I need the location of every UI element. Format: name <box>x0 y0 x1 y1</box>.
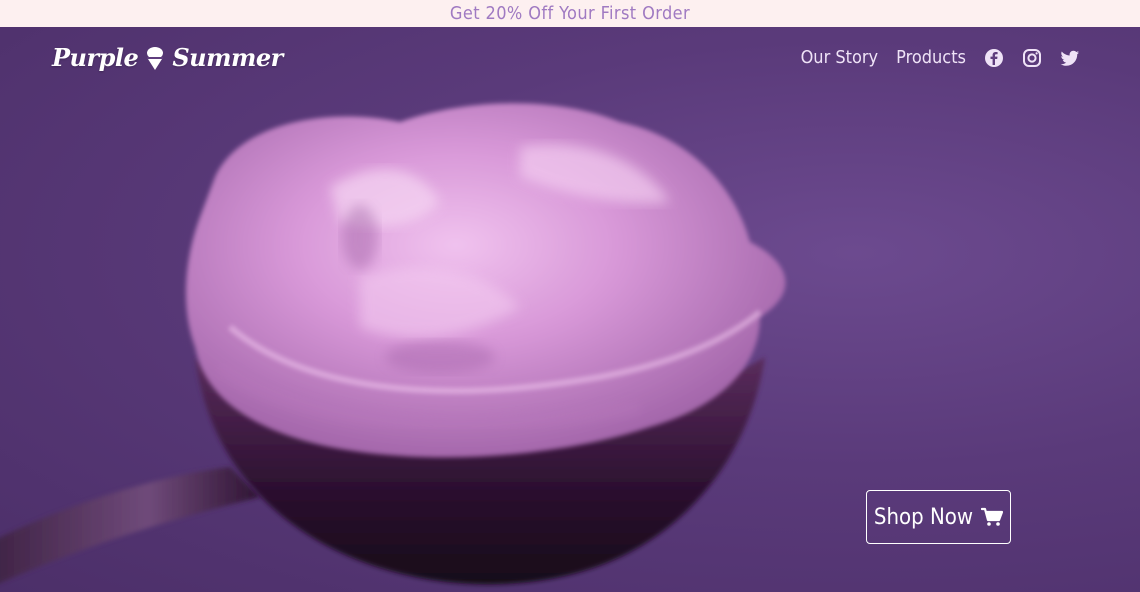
nav-products[interactable]: Products <box>896 47 966 68</box>
site-header: Purple Summer Our Story Products <box>0 27 1140 91</box>
cart-icon <box>981 507 1004 526</box>
nav-our-story[interactable]: Our Story <box>801 47 879 68</box>
shop-now-label: Shop Now <box>873 504 974 530</box>
facebook-icon[interactable] <box>984 48 1004 68</box>
shop-now-button[interactable]: Shop Now <box>866 490 1011 544</box>
twitter-icon[interactable] <box>1060 48 1080 68</box>
instagram-icon[interactable] <box>1022 48 1042 68</box>
logo[interactable]: Purple Summer <box>52 43 283 72</box>
promo-banner[interactable]: Get 20% Off Your First Order <box>0 0 1140 27</box>
promo-text[interactable]: Get 20% Off Your First Order <box>450 3 690 24</box>
logo-text-left: Purple <box>52 43 139 72</box>
logo-text-right: Summer <box>172 43 283 72</box>
main-nav: Our Story Products <box>801 47 1080 68</box>
ice-cream-cone-icon <box>147 46 164 70</box>
